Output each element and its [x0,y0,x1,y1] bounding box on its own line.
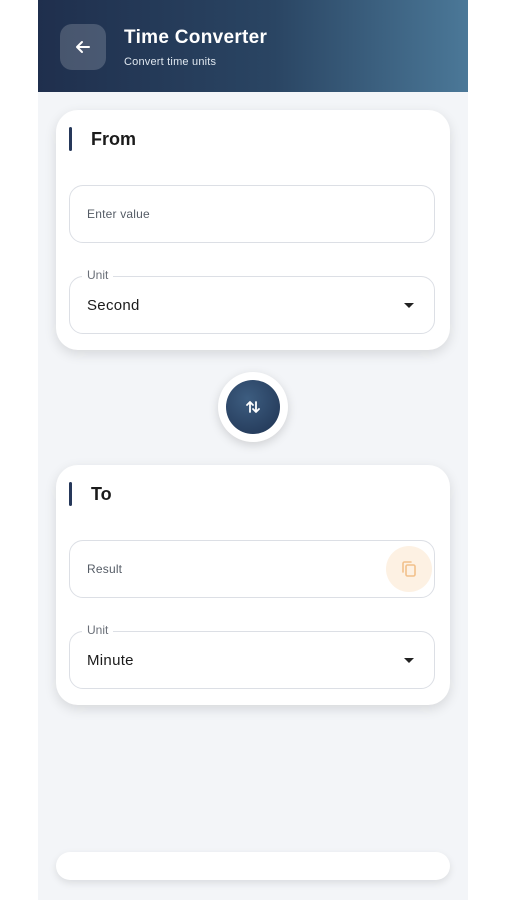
result-field: Result [69,540,435,598]
app-header: Time Converter Convert time units [38,0,468,92]
app-screen: Time Converter Convert time units From E… [38,0,468,900]
card-accent-bar [69,482,72,506]
copy-icon [402,561,416,577]
page-subtitle: Convert time units [124,56,217,68]
card-accent-bar [69,127,72,151]
swap-button[interactable] [226,380,280,434]
from-unit-select[interactable]: Unit Second [69,268,435,334]
to-card-title: To [91,484,112,504]
to-card: To Result Unit Minute [56,465,450,705]
from-card-title: From [91,129,136,149]
to-unit-value: Minute [87,652,134,669]
to-unit-select[interactable]: Unit Minute [69,623,435,689]
value-input-placeholder: Enter value [87,207,150,221]
from-unit-value: Second [87,297,140,314]
dropdown-caret-icon [404,303,414,308]
dropdown-caret-icon [404,658,414,663]
bottom-panel [56,852,450,880]
from-card: From Enter value Unit Second [56,110,450,350]
back-button[interactable] [60,24,106,70]
arrow-left-icon [76,41,90,53]
value-input[interactable]: Enter value [69,185,435,243]
page-title: Time Converter [124,27,268,48]
from-unit-label: Unit [82,268,114,282]
swap-vertical-icon [246,401,260,413]
to-unit-label: Unit [82,623,114,637]
result-placeholder: Result [87,562,123,576]
copy-button[interactable] [386,546,432,592]
swap-button-container [218,372,288,442]
